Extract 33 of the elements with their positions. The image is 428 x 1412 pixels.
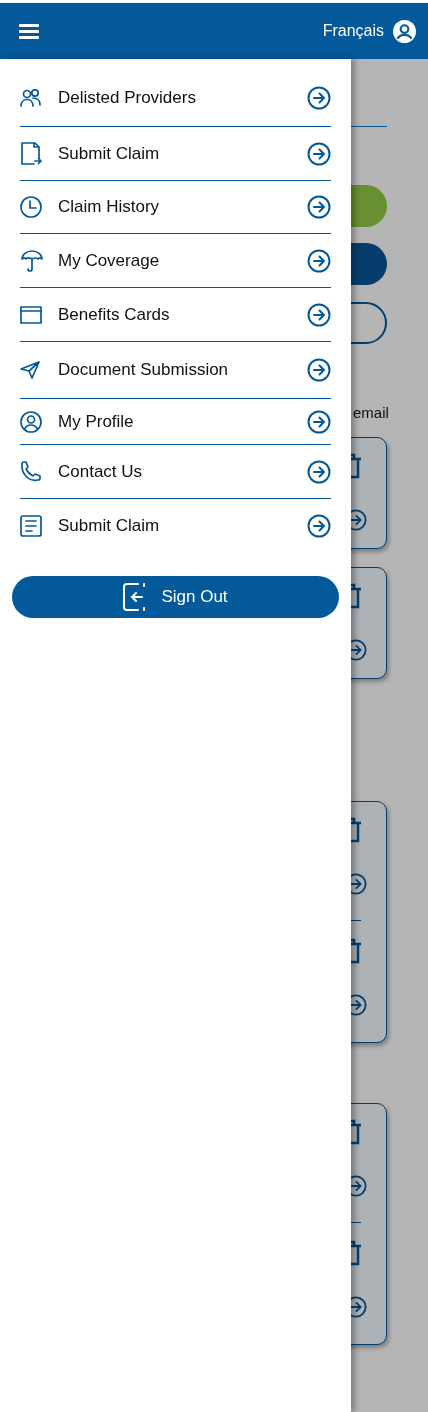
phone-icon	[20, 460, 42, 483]
menu-item[interactable]: Submit Claim	[58, 513, 307, 539]
document-lines-icon	[20, 515, 42, 537]
menu-item[interactable]: My Coverage	[58, 247, 307, 274]
profile-icon[interactable]	[393, 19, 416, 43]
card-icon	[20, 305, 42, 324]
language-link[interactable]: Français	[322, 19, 384, 43]
menu-item[interactable]: Contact Us	[58, 458, 307, 485]
arrow-circle-icon[interactable]	[307, 459, 331, 484]
arrow-circle-icon[interactable]	[307, 248, 331, 273]
menu-item[interactable]: Document Submission	[58, 357, 307, 383]
arrow-circle-icon[interactable]	[307, 358, 331, 382]
menu-item[interactable]: Benefits Cards	[58, 301, 307, 328]
menu-item[interactable]: Submit Claim	[58, 140, 307, 167]
people-icon	[20, 87, 42, 108]
sign-out-icon	[123, 583, 148, 611]
partial-text: email	[353, 403, 389, 423]
arrow-circle-icon[interactable]	[307, 141, 331, 166]
arrow-circle-icon[interactable]	[307, 409, 331, 434]
menu-item[interactable]: Claim History	[58, 194, 307, 220]
clock-icon	[20, 196, 42, 218]
arrow-circle-icon[interactable]	[307, 514, 331, 538]
arrow-circle-icon[interactable]	[307, 85, 331, 110]
umbrella-icon	[20, 249, 44, 272]
document-arrow-icon	[20, 141, 42, 166]
person-circle-icon	[20, 410, 42, 433]
menu-item[interactable]: My Profile	[58, 408, 307, 435]
paper-plane-icon	[20, 361, 40, 379]
arrow-circle-icon[interactable]	[307, 195, 331, 219]
menu-icon[interactable]	[19, 23, 39, 39]
arrow-circle-icon[interactable]	[307, 302, 331, 327]
sign-out-button[interactable]: Sign Out	[12, 576, 339, 618]
menu-item[interactable]: Delisted Providers	[58, 84, 307, 111]
